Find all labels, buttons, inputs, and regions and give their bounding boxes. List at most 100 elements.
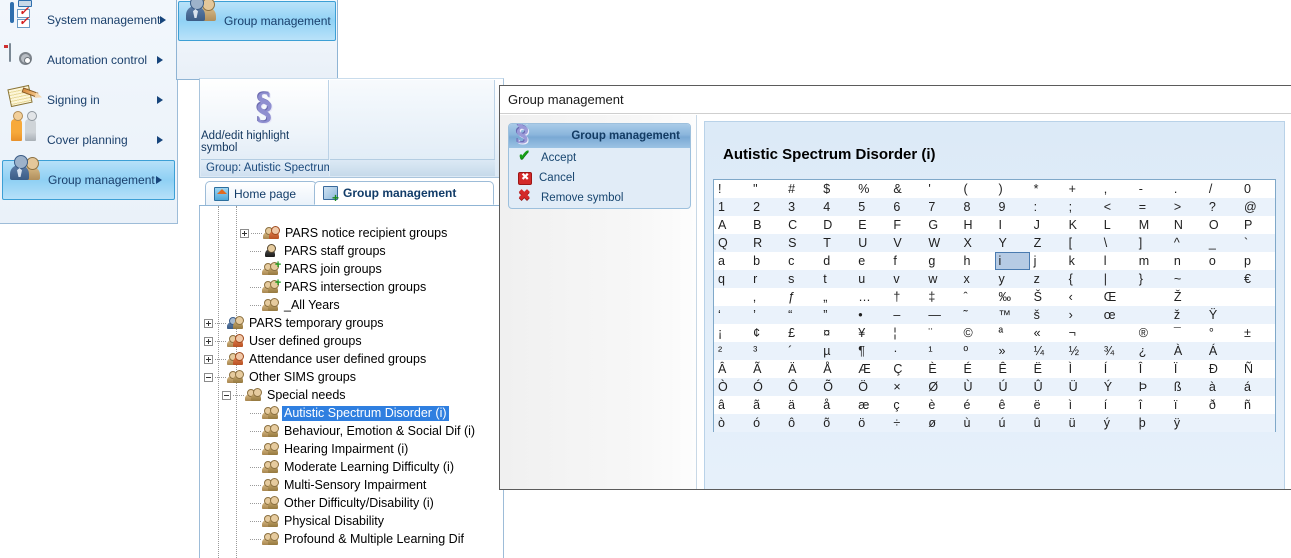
character-cell[interactable]: ¢ xyxy=(749,324,785,342)
character-cell[interactable]: ý xyxy=(1099,414,1135,432)
character-cell[interactable]: ‘ xyxy=(714,306,750,324)
character-cell[interactable]: / xyxy=(1204,180,1240,198)
character-cell[interactable]: 5 xyxy=(854,198,890,216)
character-cell[interactable]: I xyxy=(994,216,1030,234)
character-cell[interactable]: Ò xyxy=(714,378,750,396)
character-cell[interactable]: ö xyxy=(854,414,890,432)
character-cell[interactable]: ³ xyxy=(749,342,785,360)
character-cell[interactable]: 7 xyxy=(924,198,960,216)
character-cell[interactable]: – xyxy=(889,306,925,324)
character-cell[interactable]: ¬ xyxy=(1064,324,1100,342)
character-cell[interactable]: ! xyxy=(714,180,750,198)
character-cell[interactable]: ó xyxy=(749,414,785,432)
character-cell[interactable]: ? xyxy=(1204,198,1240,216)
character-cell[interactable]: g xyxy=(924,252,960,270)
character-cell[interactable]: õ xyxy=(819,414,855,432)
character-cell[interactable]: x xyxy=(959,270,995,288)
add-edit-highlight-symbol-button[interactable]: § Add/edit highlight symbol xyxy=(201,80,329,160)
character-cell[interactable]: É xyxy=(959,360,995,378)
tree-expander-minus-icon[interactable] xyxy=(204,372,213,382)
character-cell[interactable]: 4 xyxy=(819,198,855,216)
character-cell[interactable]: 1 xyxy=(714,198,750,216)
character-cell[interactable]: n xyxy=(1169,252,1205,270)
character-cell[interactable]: O xyxy=(1204,216,1240,234)
character-cell[interactable] xyxy=(1204,288,1240,306)
tree-node[interactable]: Attendance user defined groups xyxy=(200,350,503,368)
tree-expander-minus-icon[interactable] xyxy=(222,390,231,400)
character-cell[interactable]: D xyxy=(819,216,855,234)
character-cell[interactable]: t xyxy=(819,270,855,288)
character-cell[interactable]: œ xyxy=(1099,306,1135,324)
character-cell[interactable]: X xyxy=(959,234,995,252)
character-cell[interactable] xyxy=(1134,288,1170,306)
character-cell[interactable]: þ xyxy=(1134,414,1170,432)
character-cell[interactable]: Â xyxy=(714,360,750,378)
character-cell[interactable]: Ç xyxy=(889,360,925,378)
character-cell[interactable]: Ã xyxy=(749,360,785,378)
character-cell[interactable]: â xyxy=(714,396,750,414)
character-cell[interactable]: V xyxy=(889,234,925,252)
character-cell[interactable]: 6 xyxy=(889,198,925,216)
tree-expander-plus-icon[interactable] xyxy=(204,336,213,346)
character-cell[interactable]: ™ xyxy=(994,306,1030,324)
character-cell[interactable]: h xyxy=(959,252,995,270)
character-cell[interactable]: è xyxy=(924,396,960,414)
nav-item-group-management[interactable]: Group management xyxy=(2,155,175,200)
tree-node[interactable]: PARS notice recipient groups xyxy=(200,224,503,242)
character-cell[interactable]: Š xyxy=(1029,288,1065,306)
character-cell[interactable]: { xyxy=(1064,270,1100,288)
tree-node[interactable]: Behaviour, Emotion & Social Dif (i) xyxy=(200,422,503,440)
character-cell[interactable]: ‰ xyxy=(994,288,1030,306)
character-cell[interactable]: Ï xyxy=(1169,360,1205,378)
character-cell[interactable]: ü xyxy=(1064,414,1100,432)
character-cell[interactable]: £ xyxy=(784,324,820,342)
character-cell[interactable]: 3 xyxy=(784,198,820,216)
tree-node[interactable]: User defined groups xyxy=(200,332,503,350)
tab-group-management[interactable]: Group management xyxy=(314,181,494,205)
character-cell[interactable]: ¨ xyxy=(924,324,960,342)
character-cell[interactable]: $ xyxy=(819,180,855,198)
character-cell[interactable]: c xyxy=(784,252,820,270)
character-cell[interactable]: å xyxy=(819,396,855,414)
character-cell[interactable]: Ñ xyxy=(1239,360,1275,378)
character-cell[interactable]: Ö xyxy=(854,378,890,396)
character-cell[interactable]: ÷ xyxy=(889,414,925,432)
character-cell[interactable]: ê xyxy=(994,396,1030,414)
character-cell[interactable]: Û xyxy=(1029,378,1065,396)
character-cell[interactable]: ‚ xyxy=(749,288,785,306)
character-cell[interactable] xyxy=(1239,288,1275,306)
character-cell[interactable]: æ xyxy=(854,396,890,414)
character-cell[interactable]: Í xyxy=(1099,360,1135,378)
character-cell[interactable]: # xyxy=(784,180,820,198)
character-cell[interactable]: ½ xyxy=(1064,342,1100,360)
character-cell[interactable]: N xyxy=(1169,216,1205,234)
character-cell[interactable]: Œ xyxy=(1099,288,1135,306)
character-cell[interactable]: U xyxy=(854,234,890,252)
tree-node[interactable]: Special needs xyxy=(200,386,503,404)
character-cell[interactable]: ã xyxy=(749,396,785,414)
character-cell[interactable]: ù xyxy=(959,414,995,432)
tree-node[interactable]: Multi-Sensory Impairment xyxy=(200,476,503,494)
character-cell[interactable]: ƒ xyxy=(784,288,820,306)
character-cell[interactable]: M xyxy=(1134,216,1170,234)
tree-node[interactable]: PARS temporary groups xyxy=(200,314,503,332)
character-cell[interactable]: Q xyxy=(714,234,750,252)
character-cell[interactable]: < xyxy=(1099,198,1135,216)
character-cell[interactable]: > xyxy=(1169,198,1205,216)
character-cell[interactable]: ô xyxy=(784,414,820,432)
tree-node[interactable]: PARS join groups xyxy=(200,260,503,278)
character-cell[interactable] xyxy=(1204,414,1240,432)
character-cell[interactable]: Y xyxy=(994,234,1030,252)
character-cell[interactable]: ~ xyxy=(1169,270,1205,288)
character-cell[interactable]: ; xyxy=(1064,198,1100,216)
tree-node[interactable]: Moderate Learning Difficulty (i) xyxy=(200,458,503,476)
character-cell[interactable] xyxy=(1239,342,1275,360)
character-cell[interactable]: [ xyxy=(1064,234,1100,252)
character-cell[interactable]: 9 xyxy=(994,198,1030,216)
character-cell[interactable]: ˆ xyxy=(959,288,995,306)
tree-node[interactable]: _All Years xyxy=(200,296,503,314)
character-cell[interactable]: à xyxy=(1204,378,1240,396)
character-cell[interactable]: ) xyxy=(994,180,1030,198)
character-cell[interactable]: ] xyxy=(1134,234,1170,252)
character-cell[interactable]: Þ xyxy=(1134,378,1170,396)
